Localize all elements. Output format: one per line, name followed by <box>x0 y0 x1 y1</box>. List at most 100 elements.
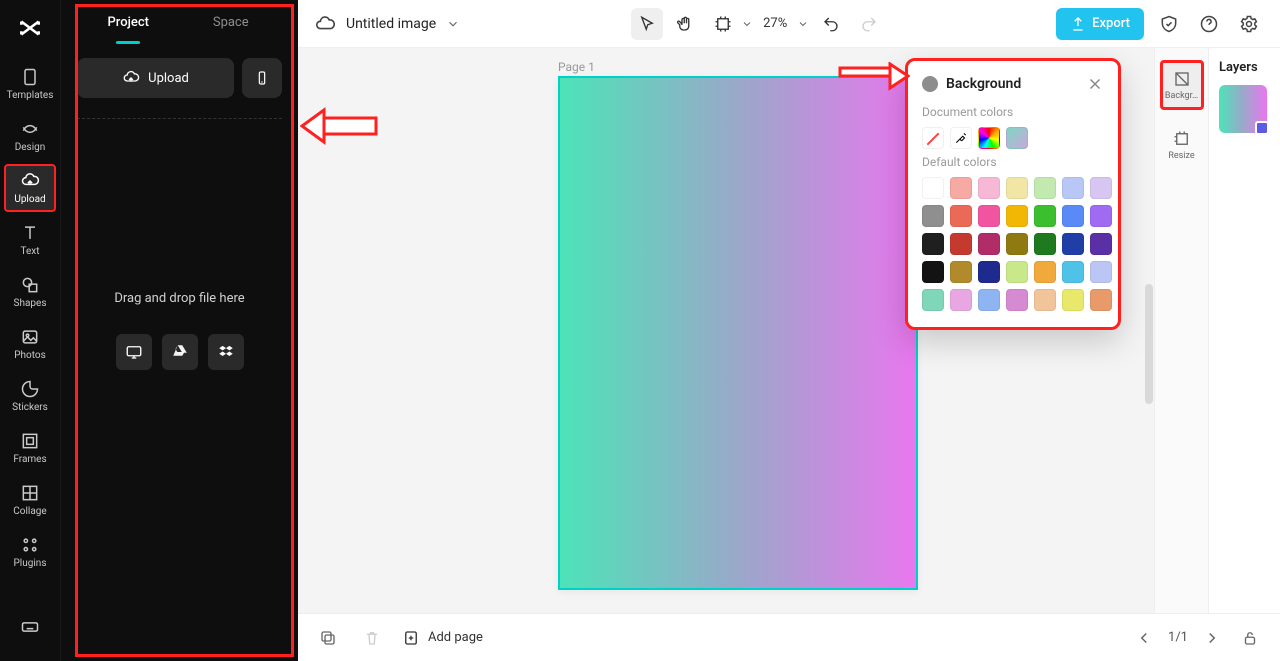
color-swatch[interactable] <box>1062 177 1084 199</box>
right-rail-resize[interactable]: Resize <box>1160 120 1204 170</box>
add-page-label: Add page <box>428 630 483 645</box>
chevron-down-icon[interactable] <box>741 18 753 30</box>
chevron-down-icon[interactable] <box>446 17 460 31</box>
color-swatch[interactable] <box>950 177 972 199</box>
rail-collage[interactable]: Collage <box>4 476 56 524</box>
rail-frames[interactable]: Frames <box>4 424 56 472</box>
color-swatch[interactable] <box>1062 289 1084 311</box>
color-swatch[interactable] <box>1062 205 1084 227</box>
hand-tool[interactable] <box>669 8 701 40</box>
close-icon[interactable] <box>1086 75 1104 93</box>
color-swatch[interactable] <box>1006 289 1028 311</box>
redo-button[interactable] <box>853 8 885 40</box>
topbar: Untitled image 27% Export <box>298 0 1280 48</box>
canvas-area[interactable]: Page 1 Background Document colors <box>298 48 1154 613</box>
canvas[interactable] <box>558 76 918 590</box>
rail-templates[interactable]: Templates <box>4 60 56 108</box>
color-swatch[interactable] <box>1006 261 1028 283</box>
rail-label: Plugins <box>14 558 47 569</box>
lock-button[interactable] <box>1236 624 1264 652</box>
bottombar: Add page 1/1 <box>298 613 1280 661</box>
add-page-button[interactable]: Add page <box>402 629 483 647</box>
import-dropbox-button[interactable] <box>208 334 244 370</box>
color-swatch[interactable] <box>978 233 1000 255</box>
tab-project[interactable]: Project <box>77 0 180 44</box>
color-swatch[interactable] <box>1090 177 1112 199</box>
prev-page-button[interactable] <box>1130 624 1158 652</box>
rail-keyboard[interactable] <box>4 603 56 651</box>
page-counter: 1/1 <box>1168 630 1188 645</box>
rail-upload[interactable]: Upload <box>4 164 56 212</box>
export-label: Export <box>1092 16 1130 31</box>
color-swatch[interactable] <box>1034 177 1056 199</box>
color-swatch[interactable] <box>978 289 1000 311</box>
layer-thumbnail[interactable] <box>1219 85 1267 133</box>
drop-area[interactable]: Drag and drop file here <box>77 119 282 661</box>
section-document-colors: Document colors <box>922 105 1104 119</box>
color-swatch[interactable] <box>978 205 1000 227</box>
color-swatch[interactable] <box>1006 177 1028 199</box>
rail-label: Photos <box>14 350 46 361</box>
app-logo[interactable] <box>10 8 50 48</box>
color-swatch[interactable] <box>922 289 944 311</box>
gradient-swatch[interactable] <box>1006 127 1028 149</box>
no-color-swatch[interactable] <box>922 127 944 149</box>
next-page-button[interactable] <box>1198 624 1226 652</box>
page-label: Page 1 <box>558 60 595 74</box>
color-swatch[interactable] <box>1034 205 1056 227</box>
color-swatch[interactable] <box>950 261 972 283</box>
duplicate-page-button[interactable] <box>314 624 342 652</box>
import-gdrive-button[interactable] <box>162 334 198 370</box>
undo-button[interactable] <box>815 8 847 40</box>
upload-from-phone-button[interactable] <box>242 58 282 98</box>
color-swatch[interactable] <box>950 233 972 255</box>
layers-panel: Layers <box>1208 48 1280 613</box>
artboard-tool[interactable] <box>707 8 739 40</box>
color-swatch[interactable] <box>1062 261 1084 283</box>
color-swatch[interactable] <box>922 261 944 283</box>
color-swatch[interactable] <box>1090 205 1112 227</box>
settings-icon[interactable] <box>1234 9 1264 39</box>
rail-label: Shapes <box>14 298 47 309</box>
chevron-down-icon[interactable] <box>797 18 809 30</box>
rail-label: Design <box>15 142 46 153</box>
color-swatch[interactable] <box>922 233 944 255</box>
shield-icon[interactable] <box>1154 9 1184 39</box>
rail-shapes[interactable]: Shapes <box>4 268 56 316</box>
document-title[interactable]: Untitled image <box>346 16 436 32</box>
import-computer-button[interactable] <box>116 334 152 370</box>
zoom-level[interactable]: 27% <box>759 16 791 31</box>
sidebar-tabs: Project Space <box>77 0 282 44</box>
eyedropper-swatch[interactable] <box>950 127 972 149</box>
rail-plugins[interactable]: Plugins <box>4 528 56 576</box>
color-swatch[interactable] <box>1034 289 1056 311</box>
color-swatch[interactable] <box>1006 205 1028 227</box>
color-swatch[interactable] <box>1034 233 1056 255</box>
scrollbar[interactable] <box>1145 284 1153 404</box>
color-swatch[interactable] <box>1090 289 1112 311</box>
color-swatch[interactable] <box>950 205 972 227</box>
color-swatch[interactable] <box>950 289 972 311</box>
select-tool[interactable] <box>631 8 663 40</box>
color-swatch[interactable] <box>1090 233 1112 255</box>
default-colors-grid <box>922 177 1104 311</box>
color-picker-swatch[interactable] <box>978 127 1000 149</box>
color-swatch[interactable] <box>978 261 1000 283</box>
help-icon[interactable] <box>1194 9 1224 39</box>
rail-photos[interactable]: Photos <box>4 320 56 368</box>
upload-button[interactable]: Upload <box>77 58 234 98</box>
color-swatch[interactable] <box>978 177 1000 199</box>
color-swatch[interactable] <box>1034 261 1056 283</box>
color-swatch[interactable] <box>1090 261 1112 283</box>
export-button[interactable]: Export <box>1056 8 1144 40</box>
color-swatch[interactable] <box>922 205 944 227</box>
color-swatch[interactable] <box>1062 233 1084 255</box>
right-rail-background[interactable]: Backgr… <box>1160 60 1204 110</box>
color-swatch[interactable] <box>1006 233 1028 255</box>
tab-space[interactable]: Space <box>180 0 283 44</box>
sidebar: Project Space Upload Drag and drop file … <box>60 0 298 661</box>
rail-design[interactable]: Design <box>4 112 56 160</box>
rail-text[interactable]: Text <box>4 216 56 264</box>
color-swatch[interactable] <box>922 177 944 199</box>
rail-stickers[interactable]: Stickers <box>4 372 56 420</box>
